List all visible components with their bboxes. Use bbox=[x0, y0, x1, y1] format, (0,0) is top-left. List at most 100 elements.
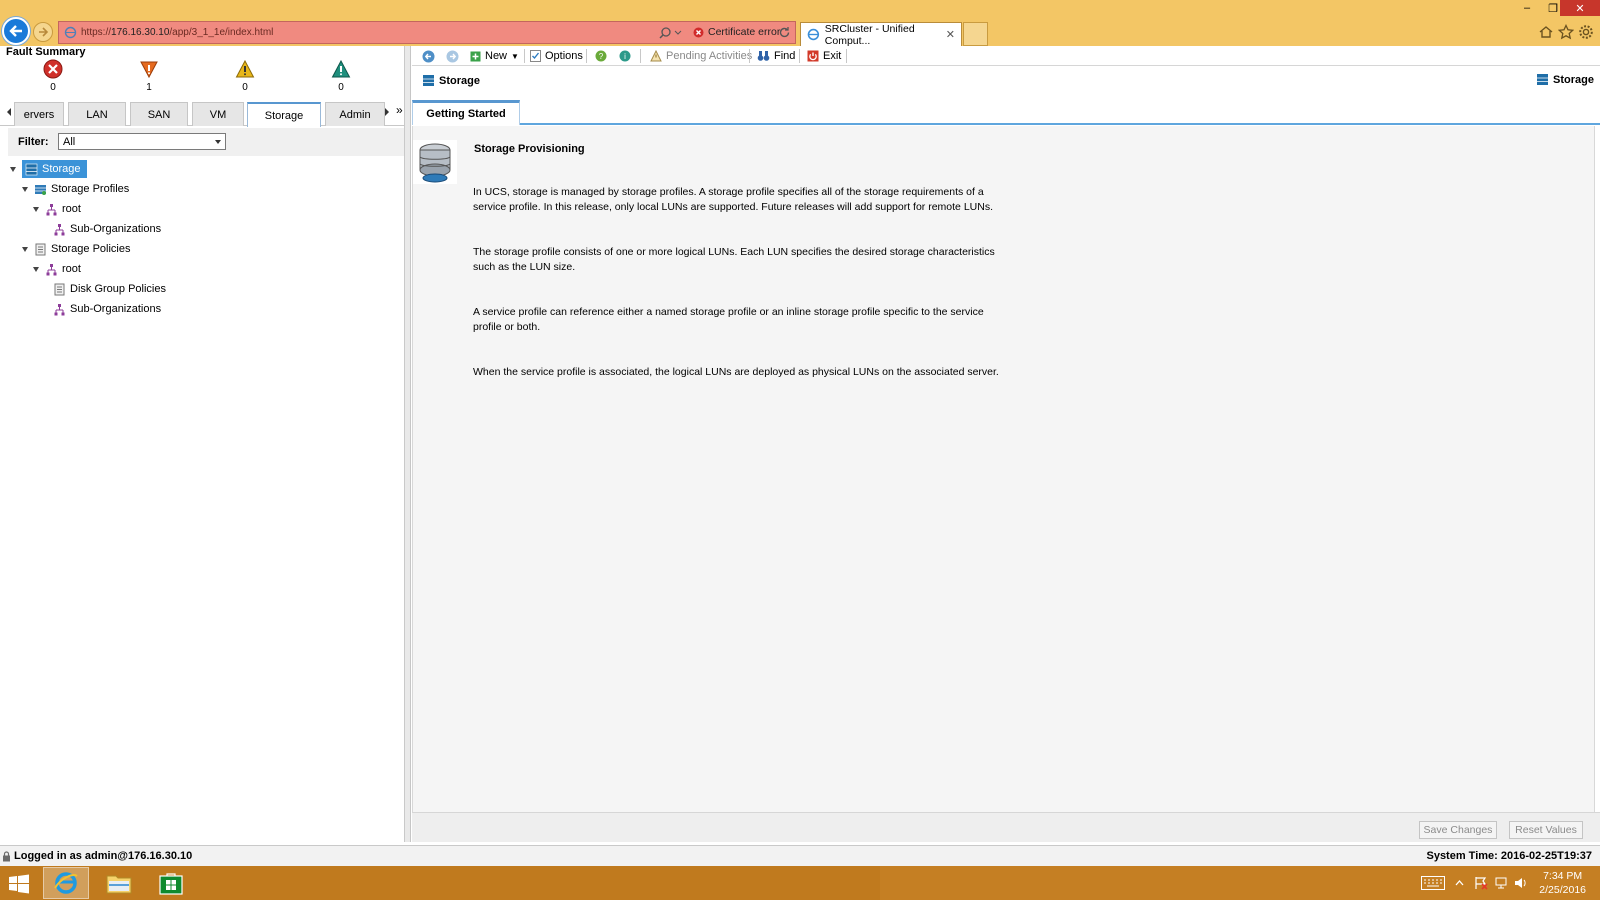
expand-toggle-icon[interactable] bbox=[22, 246, 28, 252]
minimize-button[interactable]: – bbox=[1514, 0, 1540, 16]
back-button[interactable] bbox=[2, 17, 30, 45]
taskbar-file-explorer[interactable] bbox=[96, 867, 142, 899]
windows-start-icon[interactable] bbox=[8, 874, 30, 894]
keyboard-icon[interactable] bbox=[1421, 876, 1445, 890]
new-tab-button[interactable] bbox=[963, 22, 988, 46]
ie-icon bbox=[54, 872, 78, 894]
fault-minor[interactable]: 0 bbox=[230, 59, 260, 93]
page-title: Storage bbox=[422, 74, 480, 87]
nav-tabs: ervers LAN SAN VM Storage Admin » bbox=[0, 100, 405, 127]
tab-storage[interactable]: Storage bbox=[247, 102, 321, 127]
filter-select[interactable]: All bbox=[58, 133, 226, 150]
tab-lan[interactable]: LAN bbox=[68, 102, 126, 126]
close-tab-icon[interactable]: ✕ bbox=[946, 28, 955, 41]
volume-icon[interactable] bbox=[1514, 876, 1528, 890]
tab-vm[interactable]: VM bbox=[192, 102, 244, 126]
pending-activities-button[interactable]: Pending Activities bbox=[650, 48, 752, 64]
nav-forward-button[interactable] bbox=[446, 48, 459, 64]
options-button[interactable]: Options bbox=[530, 48, 583, 64]
tree-item-sub-organizations[interactable]: Sub-Organizations bbox=[53, 220, 161, 238]
fault-minor-count: 0 bbox=[242, 82, 248, 93]
filter-label: Filter: bbox=[18, 136, 49, 148]
tree-item-disk-group-policies[interactable]: Disk Group Policies bbox=[53, 280, 166, 298]
address-bar[interactable]: https://176.16.30.10/app/3_1_1e/index.ht… bbox=[58, 21, 796, 44]
tree-item-selected: Storage bbox=[22, 160, 87, 178]
expand-toggle-icon[interactable] bbox=[10, 166, 16, 172]
new-button[interactable]: New ▼ bbox=[470, 48, 519, 64]
certificate-error[interactable]: Certificate error bbox=[693, 26, 780, 38]
tab-san[interactable]: SAN bbox=[130, 102, 188, 126]
arrow-left-icon bbox=[9, 25, 22, 37]
paragraph: When the service profile is associated, … bbox=[473, 366, 999, 378]
tab-admin[interactable]: Admin bbox=[325, 102, 385, 126]
action-center-flag-icon[interactable] bbox=[1474, 876, 1488, 890]
forward-icon bbox=[446, 50, 459, 62]
search-icon[interactable] bbox=[659, 25, 685, 41]
clock-time: 7:34 PM bbox=[1543, 870, 1583, 882]
page-icon bbox=[64, 26, 77, 39]
browser-toolbar: https://176.16.30.10/app/3_1_1e/index.ht… bbox=[0, 0, 1600, 47]
tree-item-root[interactable]: root bbox=[33, 260, 81, 278]
storage-icon bbox=[1537, 74, 1549, 85]
reset-values-button[interactable]: Reset Values bbox=[1509, 821, 1583, 839]
exit-button[interactable]: Exit bbox=[807, 48, 841, 64]
action-toolbar: New ▼ Options ? i Pending Activities Fin… bbox=[412, 46, 1600, 66]
getting-started-panel: Storage Provisioning In UCS, storage is … bbox=[412, 126, 1595, 812]
minor-fault-icon bbox=[235, 59, 255, 78]
fault-major[interactable]: 1 bbox=[134, 59, 164, 93]
org-icon bbox=[46, 263, 57, 275]
clock-date: 2/25/2016 bbox=[1539, 884, 1586, 896]
forward-button[interactable] bbox=[33, 22, 53, 42]
page-title-right: Storage bbox=[1536, 73, 1594, 86]
save-changes-button[interactable]: Save Changes bbox=[1419, 821, 1497, 839]
expand-toggle-icon[interactable] bbox=[33, 266, 39, 272]
expand-toggle-icon[interactable] bbox=[22, 186, 28, 192]
close-window-button[interactable]: ✕ bbox=[1560, 0, 1600, 16]
toolbar-divider bbox=[799, 49, 800, 63]
org-icon bbox=[46, 203, 57, 215]
tabs-scroll-right-icon[interactable] bbox=[385, 108, 389, 116]
taskbar-store[interactable] bbox=[148, 867, 194, 899]
expand-toggle-icon[interactable] bbox=[33, 206, 39, 212]
svg-text:i: i bbox=[624, 52, 626, 61]
system-time: System Time: 2016-02-25T19:37 bbox=[1426, 850, 1592, 862]
certificate-error-label: Certificate error bbox=[708, 26, 781, 38]
org-icon bbox=[54, 303, 65, 315]
tabs-scroll-left-icon[interactable] bbox=[7, 108, 11, 116]
tab-getting-started[interactable]: Getting Started bbox=[412, 100, 520, 125]
tree-item-storage-policies[interactable]: Storage Policies bbox=[22, 240, 131, 258]
fault-warning-count: 0 bbox=[338, 82, 344, 93]
action-footer: Save Changes Reset Values bbox=[412, 812, 1600, 842]
info-button[interactable]: i bbox=[619, 48, 631, 64]
org-icon bbox=[54, 223, 65, 235]
tree-item-storage-profiles[interactable]: Storage Profiles bbox=[22, 180, 129, 198]
pending-warning-icon bbox=[650, 50, 662, 62]
pane-splitter[interactable] bbox=[405, 46, 411, 842]
fault-critical[interactable]: 0 bbox=[38, 59, 68, 93]
tree-item-root[interactable]: root bbox=[33, 200, 81, 218]
toolbar-divider bbox=[749, 49, 750, 63]
options-icon bbox=[530, 50, 541, 62]
nav-back-button[interactable] bbox=[422, 48, 435, 64]
svg-text:?: ? bbox=[599, 52, 604, 61]
tab-servers[interactable]: ervers bbox=[14, 102, 64, 126]
fault-warning[interactable]: 0 bbox=[326, 59, 356, 93]
store-icon bbox=[159, 873, 183, 895]
tree-item-storage[interactable]: Storage bbox=[10, 160, 87, 178]
toolbar-divider bbox=[846, 49, 847, 63]
tree-item-sub-organizations[interactable]: Sub-Organizations bbox=[53, 300, 161, 318]
browser-tab[interactable]: SRCluster - Unified Comput... ✕ bbox=[800, 22, 962, 47]
tabs-overflow-icon[interactable]: » bbox=[396, 103, 403, 117]
taskbar-ie[interactable] bbox=[43, 867, 89, 899]
chevron-down-icon: ▼ bbox=[511, 51, 519, 61]
gear-icon[interactable] bbox=[1578, 24, 1594, 40]
taskbar-clock[interactable]: 7:34 PM 2/25/2016 bbox=[1539, 869, 1586, 897]
policy-icon bbox=[54, 283, 65, 295]
find-button[interactable]: Find bbox=[757, 48, 795, 64]
refresh-icon[interactable] bbox=[778, 26, 791, 39]
help-button[interactable]: ? bbox=[595, 48, 607, 64]
chevron-up-icon[interactable] bbox=[1455, 876, 1464, 890]
network-icon[interactable] bbox=[1494, 876, 1508, 890]
home-icon[interactable] bbox=[1538, 24, 1554, 40]
favorites-star-icon[interactable] bbox=[1558, 24, 1574, 40]
